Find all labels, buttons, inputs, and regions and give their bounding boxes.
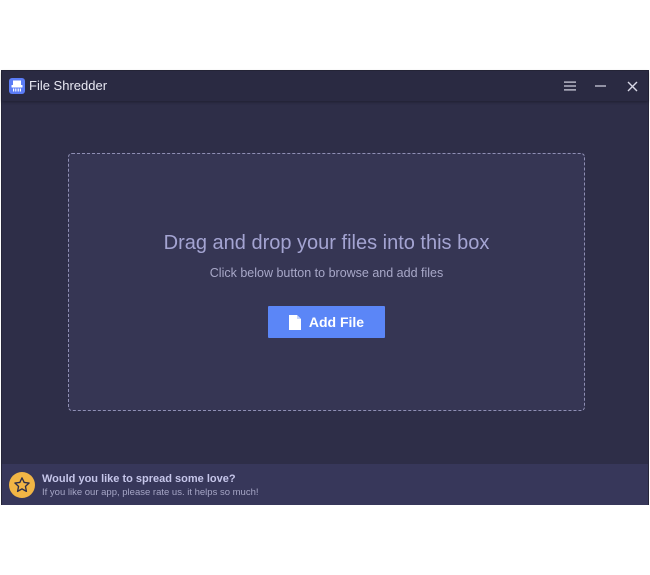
star-icon [9,472,35,498]
minimize-button[interactable] [585,71,615,101]
title-bar: File Shredder [2,71,648,101]
menu-icon [564,81,576,91]
add-file-button[interactable]: Add File [268,306,385,338]
shredder-icon [9,78,25,94]
drop-zone-subtitle: Click below button to browse and add fil… [209,266,444,280]
add-file-label: Add File [308,314,365,330]
close-icon [627,81,637,91]
window-title: File Shredder [29,78,108,93]
file-drop-zone[interactable]: Drag and drop your files into this box C… [68,153,585,411]
file-icon [288,314,301,330]
rate-us-subtitle: If you like our app, please rate us. it … [42,487,259,498]
menu-button[interactable] [555,71,585,101]
drop-zone-title: Drag and drop your files into this box [163,232,490,254]
rate-us-banner[interactable]: Would you like to spread some love? If y… [2,464,648,505]
close-button[interactable] [617,71,647,101]
app-window: File Shredder Drag and drop your files i… [1,70,649,505]
minimize-icon [594,85,606,87]
rate-us-title: Would you like to spread some love? [42,473,236,485]
